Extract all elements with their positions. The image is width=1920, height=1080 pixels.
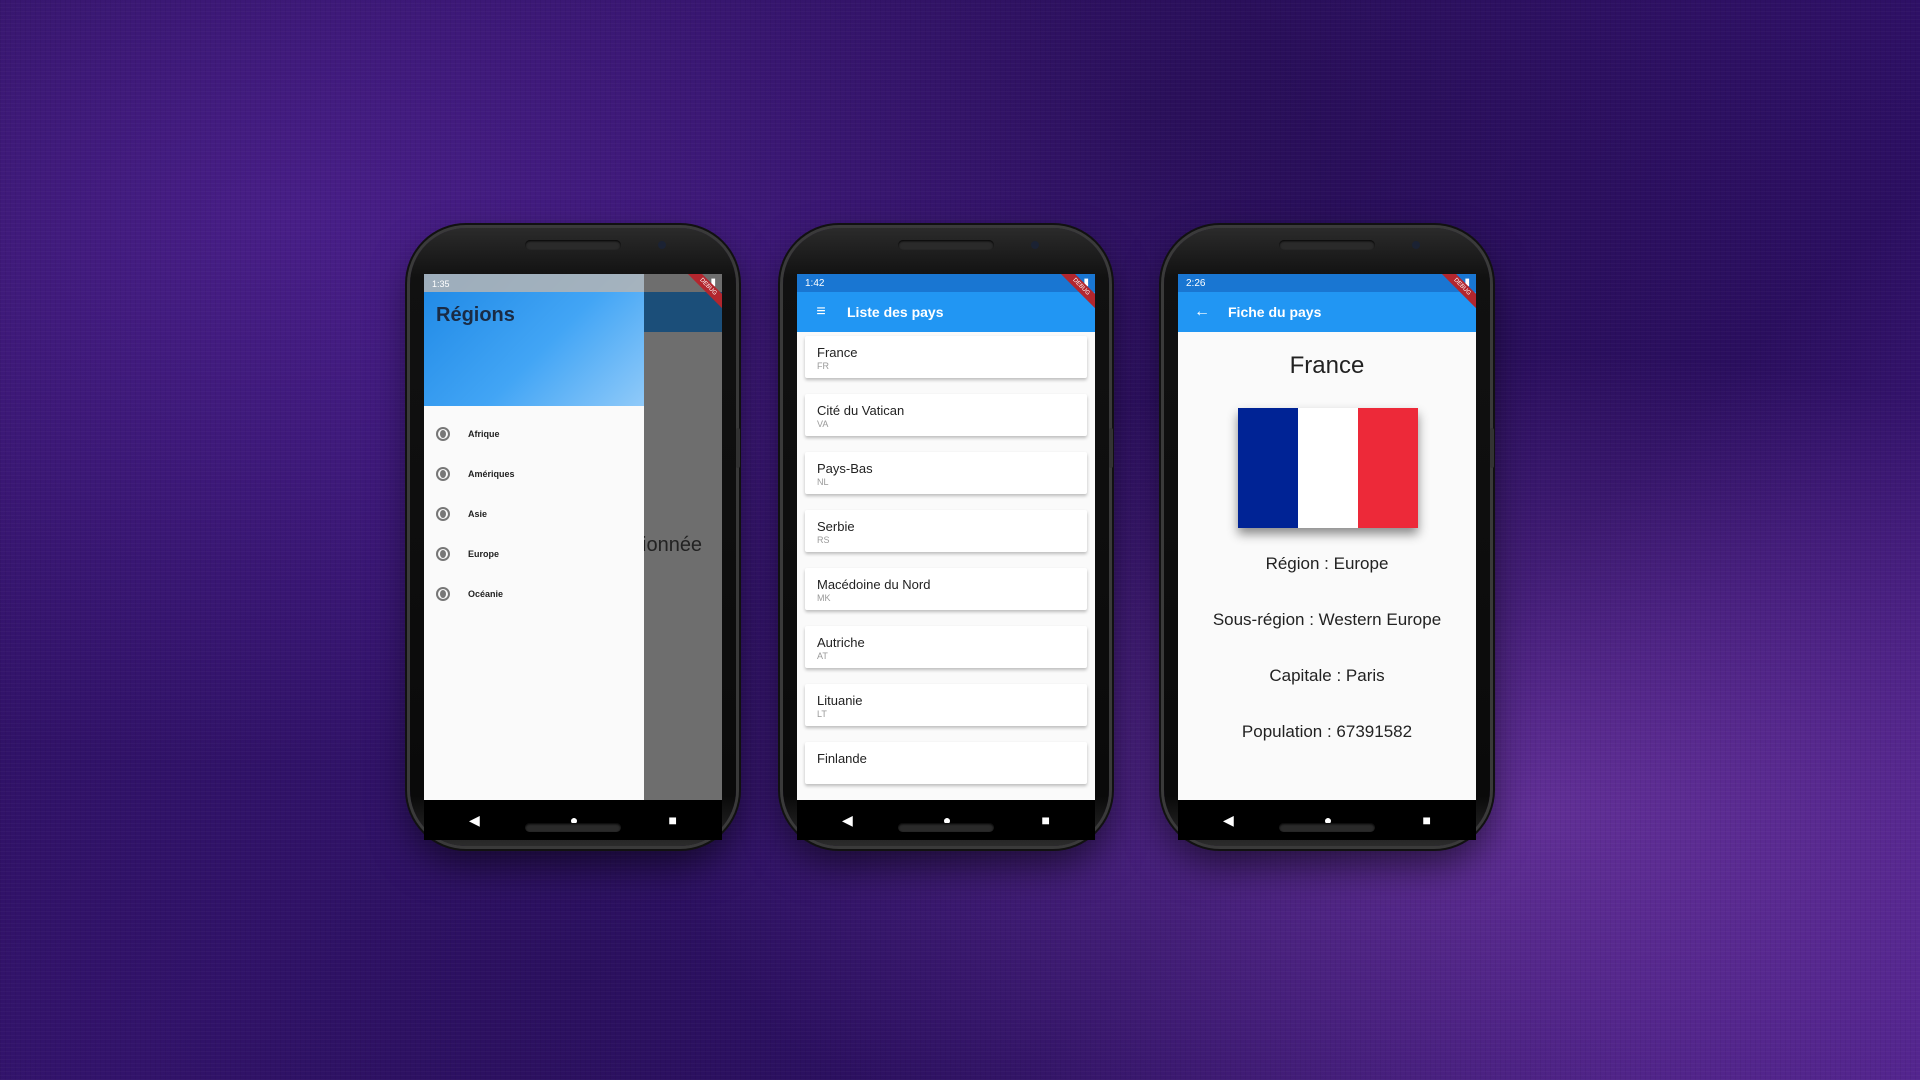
phone-country-list: 1:42 ▾ ▮ ≡ Liste des pays DEBUG France F… bbox=[783, 228, 1113, 846]
front-camera bbox=[1412, 241, 1420, 249]
drawer-item-oceanie[interactable]: Océanie bbox=[424, 574, 644, 614]
screen: 1:42 ▾ ▮ ≡ Liste des pays DEBUG France F… bbox=[797, 274, 1095, 800]
flag-stripe-red bbox=[1358, 408, 1418, 528]
country-name: Macédoine du Nord bbox=[817, 577, 931, 592]
list-item[interactable]: Finlande bbox=[805, 742, 1087, 784]
country-name: Autriche bbox=[817, 635, 865, 650]
population-text: Population : 67391582 bbox=[1241, 722, 1413, 741]
app-bar-title: Fiche du pays bbox=[1228, 304, 1322, 320]
menu-icon[interactable]: ≡ bbox=[809, 303, 833, 321]
system-nav-bar: ◀ ● ■ bbox=[797, 800, 1095, 840]
country-code: LT bbox=[817, 709, 827, 719]
list-item[interactable]: Macédoine du Nord MK bbox=[805, 568, 1087, 610]
app-bar-dimmed bbox=[644, 292, 722, 332]
status-bar: 1:42 ▾ ▮ bbox=[797, 274, 1095, 292]
screen: 2:26 ▾ ▮ ← Fiche du pays DEBUG France Ré… bbox=[1178, 274, 1476, 800]
power-button bbox=[736, 428, 740, 468]
drawer-header: 1:35 Régions bbox=[424, 274, 644, 406]
list-item[interactable]: Lituanie LT bbox=[805, 684, 1087, 726]
background-text: ionnée bbox=[642, 534, 703, 556]
front-camera bbox=[658, 241, 666, 249]
app-bar: ← Fiche du pays bbox=[1178, 292, 1476, 332]
power-button bbox=[1490, 428, 1494, 468]
status-time: 2:26 bbox=[1186, 277, 1206, 289]
status-time: 1:42 bbox=[805, 277, 825, 289]
drawer-item-label: Europe bbox=[468, 549, 500, 559]
globe-icon bbox=[436, 547, 450, 561]
system-nav-bar: ◀ ● ■ bbox=[424, 800, 722, 840]
list-item[interactable]: Pays-Bas NL bbox=[805, 452, 1087, 494]
back-icon[interactable]: ◀ bbox=[469, 812, 480, 829]
country-name: France bbox=[817, 345, 858, 360]
drawer-item-label: Afrique bbox=[468, 429, 500, 439]
flag-stripe-blue bbox=[1238, 408, 1298, 528]
recents-icon[interactable]: ■ bbox=[668, 812, 676, 828]
drawer-item-europe[interactable]: Europe bbox=[424, 534, 644, 574]
phone-regions-drawer: ionnée ▾ ▮ DEBUG 1:35 Régions Afrique Am… bbox=[410, 228, 740, 846]
speaker-grille-bottom bbox=[898, 823, 994, 832]
back-icon[interactable]: ◀ bbox=[842, 812, 853, 829]
globe-icon bbox=[436, 587, 450, 601]
country-title: France bbox=[1289, 352, 1365, 379]
country-code: MK bbox=[817, 593, 831, 603]
recents-icon[interactable]: ■ bbox=[1422, 812, 1430, 828]
navigation-drawer: 1:35 Régions Afrique Amériques Asie Euro… bbox=[424, 274, 644, 800]
status-bar: 1:35 bbox=[424, 274, 644, 292]
country-name: Pays-Bas bbox=[817, 461, 873, 476]
country-code: RS bbox=[817, 535, 830, 545]
country-code: AT bbox=[817, 651, 828, 661]
drawer-item-label: Asie bbox=[468, 509, 488, 519]
list-item[interactable]: Autriche AT bbox=[805, 626, 1087, 668]
screen: ionnée ▾ ▮ DEBUG 1:35 Régions Afrique Am… bbox=[424, 274, 722, 800]
speaker-grille bbox=[1279, 240, 1375, 250]
front-camera bbox=[1031, 241, 1039, 249]
country-name: Cité du Vatican bbox=[817, 403, 905, 418]
country-name: Serbie bbox=[817, 519, 855, 534]
region-text: Région : Europe bbox=[1265, 554, 1389, 573]
phone-country-detail: 2:26 ▾ ▮ ← Fiche du pays DEBUG France Ré… bbox=[1164, 228, 1494, 846]
list-item[interactable]: France FR bbox=[805, 336, 1087, 378]
country-name: Lituanie bbox=[817, 693, 863, 708]
globe-icon bbox=[436, 467, 450, 481]
speaker-grille-bottom bbox=[525, 823, 621, 832]
country-code: NL bbox=[817, 477, 829, 487]
back-arrow-icon[interactable]: ← bbox=[1190, 303, 1214, 321]
country-name: Finlande bbox=[817, 751, 867, 766]
capital-text: Capitale : Paris bbox=[1269, 666, 1385, 685]
speaker-grille-bottom bbox=[1279, 823, 1375, 832]
drawer-item-asie[interactable]: Asie bbox=[424, 494, 644, 534]
drawer-scrim[interactable]: ionnée ▾ ▮ DEBUG bbox=[642, 274, 722, 800]
subregion-text: Sous-région : Western Europe bbox=[1212, 610, 1442, 629]
speaker-grille bbox=[525, 240, 621, 250]
recents-icon[interactable]: ■ bbox=[1041, 812, 1049, 828]
speaker-grille bbox=[898, 240, 994, 250]
country-code: VA bbox=[817, 419, 829, 429]
back-icon[interactable]: ◀ bbox=[1223, 812, 1234, 829]
app-bar: ≡ Liste des pays bbox=[797, 292, 1095, 332]
list-item[interactable]: Serbie RS bbox=[805, 510, 1087, 552]
drawer-title: Régions bbox=[436, 304, 515, 326]
status-bar: 2:26 ▾ ▮ bbox=[1178, 274, 1476, 292]
flag-stripe-white bbox=[1298, 408, 1358, 528]
list-item[interactable]: Cité du Vatican VA bbox=[805, 394, 1087, 436]
drawer-item-afrique[interactable]: Afrique bbox=[424, 414, 644, 454]
status-time: 1:35 bbox=[432, 279, 450, 289]
system-nav-bar: ◀ ● ■ bbox=[1178, 800, 1476, 840]
app-bar-title: Liste des pays bbox=[847, 304, 944, 320]
country-code: FR bbox=[817, 361, 829, 371]
drawer-item-ameriques[interactable]: Amériques bbox=[424, 454, 644, 494]
drawer-item-label: Amériques bbox=[468, 469, 515, 479]
globe-icon bbox=[436, 427, 450, 441]
country-flag bbox=[1238, 408, 1418, 528]
power-button bbox=[1109, 428, 1113, 468]
drawer-item-label: Océanie bbox=[468, 589, 504, 599]
globe-icon bbox=[436, 507, 450, 521]
